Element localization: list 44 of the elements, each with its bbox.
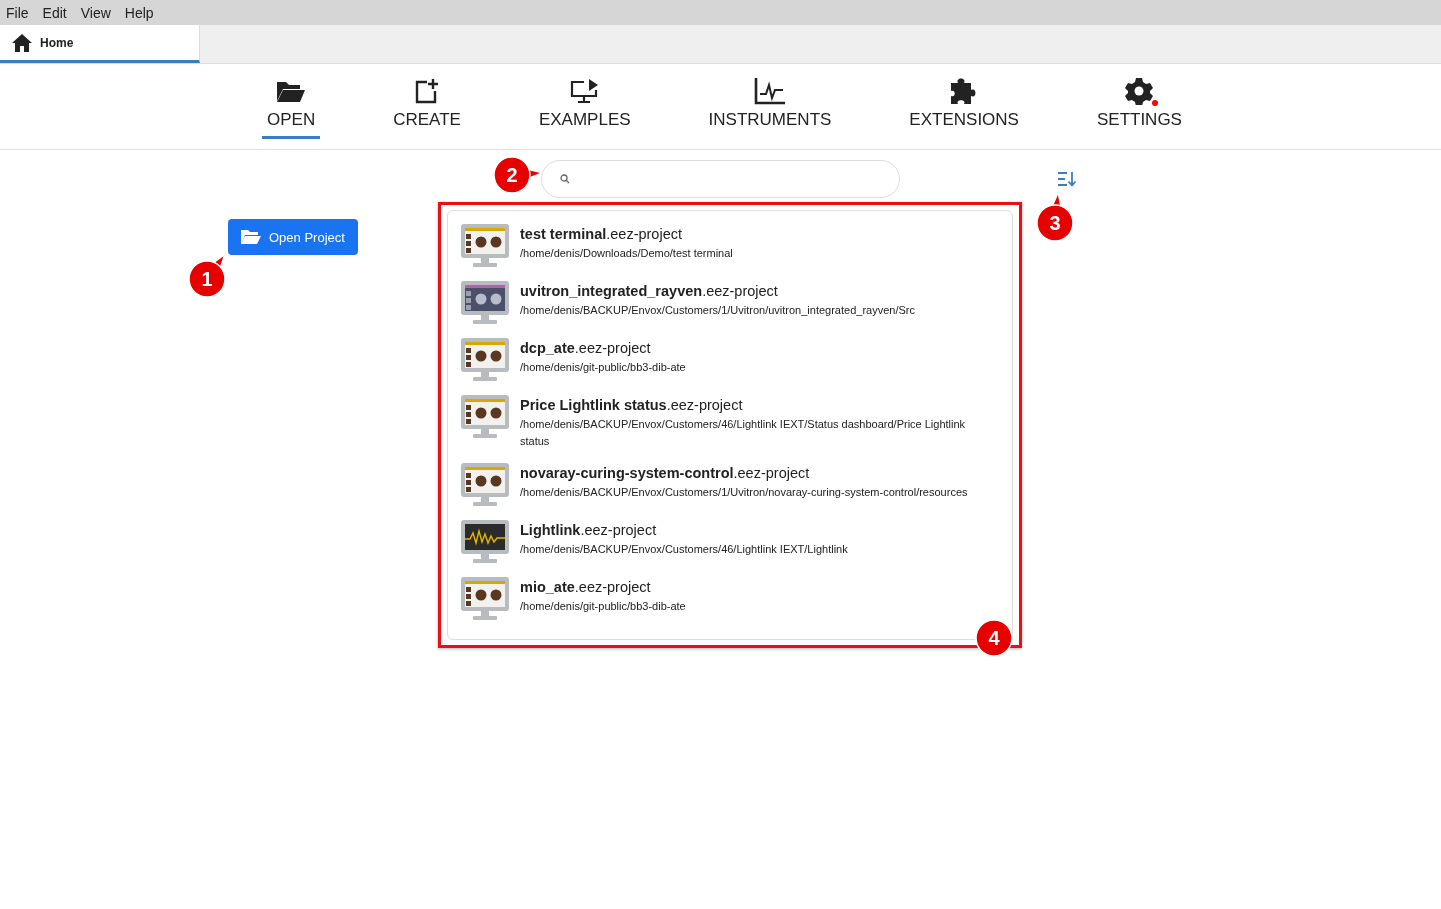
project-path: /home/denis/BACKUP/Envox/Customers/46/Lightlink IEXT/Status dashboard/Price Lightlink status	[520, 417, 967, 449]
monitor-dashboard-icon	[460, 462, 510, 507]
menu-item[interactable]: Help	[124, 4, 154, 21]
project-name[interactable]: uvitron_integrated_rayven.eez-project	[520, 283, 915, 299]
monitor-waveform-icon	[460, 519, 510, 564]
project-path: /home/denis/BACKUP/Envox/Customers/1/Uvitron/novaray-curing-system-control/resources	[520, 485, 968, 500]
folder-icon	[240, 229, 262, 245]
home-tab[interactable]: Home	[0, 25, 200, 63]
nav-tab[interactable]: INSTRUMENTS	[703, 110, 837, 139]
menu-item[interactable]: File	[6, 4, 29, 21]
monitor-dashboard-icon	[460, 223, 510, 268]
monitor-dashboard-icon	[460, 576, 510, 621]
project-path: /home/denis/BACKUP/Envox/Customers/1/Uvitron/uvitron_integrated_rayven/Src	[520, 303, 915, 318]
chart-pulse-icon	[753, 77, 786, 105]
nav-tab[interactable]: CREATE	[388, 110, 466, 139]
project-name[interactable]: dcp_ate.eez-project	[520, 340, 686, 356]
nav-tab[interactable]: EXTENSIONS	[904, 110, 1024, 139]
gear-icon	[1125, 77, 1154, 105]
house-icon	[12, 33, 32, 52]
nav-tab[interactable]: EXAMPLES	[533, 110, 636, 139]
project-name[interactable]: mio_ate.eez-project	[520, 579, 686, 595]
project-name[interactable]: Price Lightlink status.eez-project	[520, 397, 990, 413]
menu-item[interactable]: Edit	[42, 4, 67, 21]
search-icon	[560, 174, 570, 184]
monitor-play-icon	[569, 78, 600, 104]
callout-marker: 4	[975, 619, 1013, 657]
sort-icon[interactable]	[1057, 170, 1077, 188]
project-name[interactable]: test terminal.eez-project	[520, 226, 733, 242]
open-project-button[interactable]: Open Project	[228, 219, 358, 255]
project-path: /home/denis/Downloads/Demo/test terminal	[520, 246, 733, 261]
folder-icon	[276, 79, 307, 103]
monitor-dashboard-icon	[460, 394, 510, 439]
menu-item[interactable]: View	[80, 4, 111, 21]
project-name[interactable]: novaray-curing-system-control.eez-project	[520, 465, 968, 481]
add-file-icon	[414, 78, 441, 104]
monitor-dashboard-icon	[460, 337, 510, 382]
nav-tab[interactable]: OPEN	[262, 110, 321, 139]
project-path: /home/denis/git-public/bb3-dib-ate	[520, 599, 686, 614]
nav-tab[interactable]: SETTINGS	[1091, 110, 1187, 139]
project-name[interactable]: Lightlink.eez-project	[520, 522, 848, 538]
tab-label: Home	[40, 35, 74, 50]
monitor-display-icon	[460, 280, 510, 325]
project-path: /home/denis/git-public/bb3-dib-ate	[520, 360, 686, 375]
project-path: /home/denis/BACKUP/Envox/Customers/46/Lightlink IEXT/Lightlink	[520, 542, 848, 557]
